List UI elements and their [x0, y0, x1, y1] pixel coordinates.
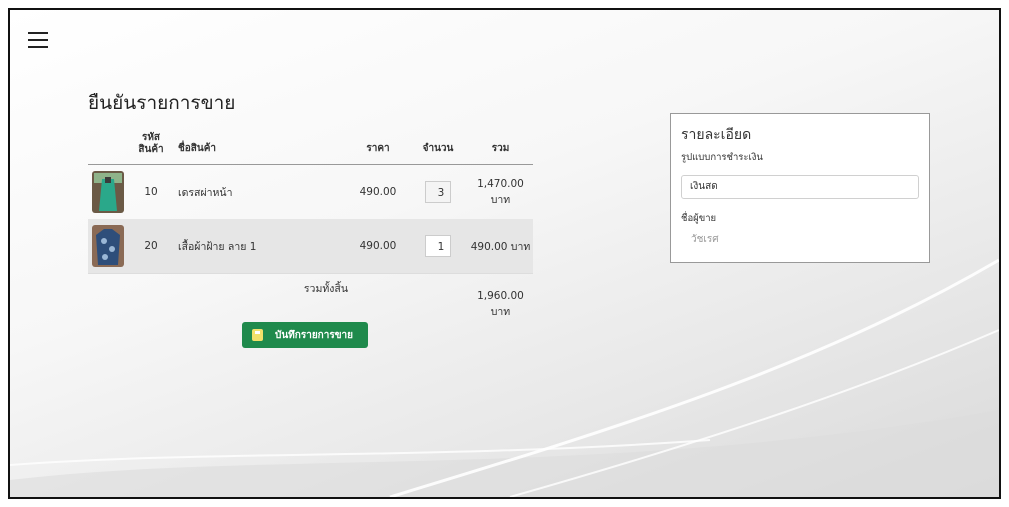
qty-column-header: จำนวน: [408, 122, 468, 165]
product-name: เสื้อผ้าฝ้าย ลาย 1: [170, 219, 348, 274]
product-price: 490.00: [359, 186, 397, 198]
grand-total-amount: 1,960.00: [477, 290, 524, 302]
product-image-cell: [88, 165, 132, 220]
row-total: 1,470.00 บาท: [468, 165, 533, 220]
app-frame: ยืนยันรายการขาย รหัส สินค้า ชื่อสินค้า ร…: [8, 8, 1001, 499]
details-panel: รายละเอียด รูปแบบการชำระเงิน เงินสด ชื่อ…: [670, 113, 930, 263]
save-sale-label: บันทึกรายการขาย: [275, 329, 354, 341]
product-price: 490.00: [348, 219, 408, 274]
product-code: 10: [144, 186, 158, 198]
total-column-header: รวม: [468, 122, 533, 165]
dress-product-image: [92, 171, 124, 213]
payment-method-label: รูปแบบการชำระเงิน: [681, 152, 763, 163]
table-row: 20 เสื้อผ้าฝ้าย ลาย 1 490.00 1 490.00 บา…: [88, 219, 533, 274]
row-total-unit: บาท: [490, 194, 511, 206]
row-total-amount: 1,470.00: [477, 178, 524, 190]
table-row: 10 เดรสผ่าหน้า 490.00 3 1,470.00 บาท: [88, 165, 533, 220]
details-heading: รายละเอียด: [681, 127, 752, 143]
seller-name-label: ชื่อผู้ขาย: [681, 213, 717, 224]
quantity-field[interactable]: 1: [425, 235, 451, 257]
code-header-line1: รหัส: [141, 132, 161, 143]
code-header-line2: สินค้า: [138, 144, 164, 155]
product-code: 20: [132, 219, 170, 274]
shirt-product-image: [92, 225, 124, 267]
row-total: 490.00 บาท: [468, 219, 533, 274]
price-column-header: ราคา: [348, 122, 408, 165]
save-sale-button[interactable]: บันทึกรายการขาย: [242, 322, 368, 348]
quantity-field[interactable]: 3: [425, 181, 451, 203]
order-table: รหัส สินค้า ชื่อสินค้า ราคา จำนวน รวม 10…: [88, 122, 533, 334]
save-icon: [252, 329, 263, 341]
grand-total-unit: บาท: [490, 306, 511, 318]
code-column-header: รหัส สินค้า: [132, 122, 170, 165]
image-column-header: [88, 122, 132, 165]
name-column-header: ชื่อสินค้า: [170, 122, 348, 165]
product-image-cell: [88, 219, 132, 274]
row-total-amount: 490.00 บาท: [470, 240, 531, 253]
product-name: เดรสผ่าหน้า: [178, 186, 233, 199]
hamburger-menu-icon[interactable]: [28, 32, 48, 50]
grand-total: 1,960.00 บาท: [468, 273, 533, 334]
seller-name-field[interactable]: วัชเรศ: [681, 232, 919, 247]
page-title: ยืนยันรายการขาย: [88, 92, 236, 114]
table-header-row: รหัส สินค้า ชื่อสินค้า ราคา จำนวน รวม: [88, 122, 533, 165]
payment-method-field[interactable]: เงินสด: [681, 175, 919, 199]
